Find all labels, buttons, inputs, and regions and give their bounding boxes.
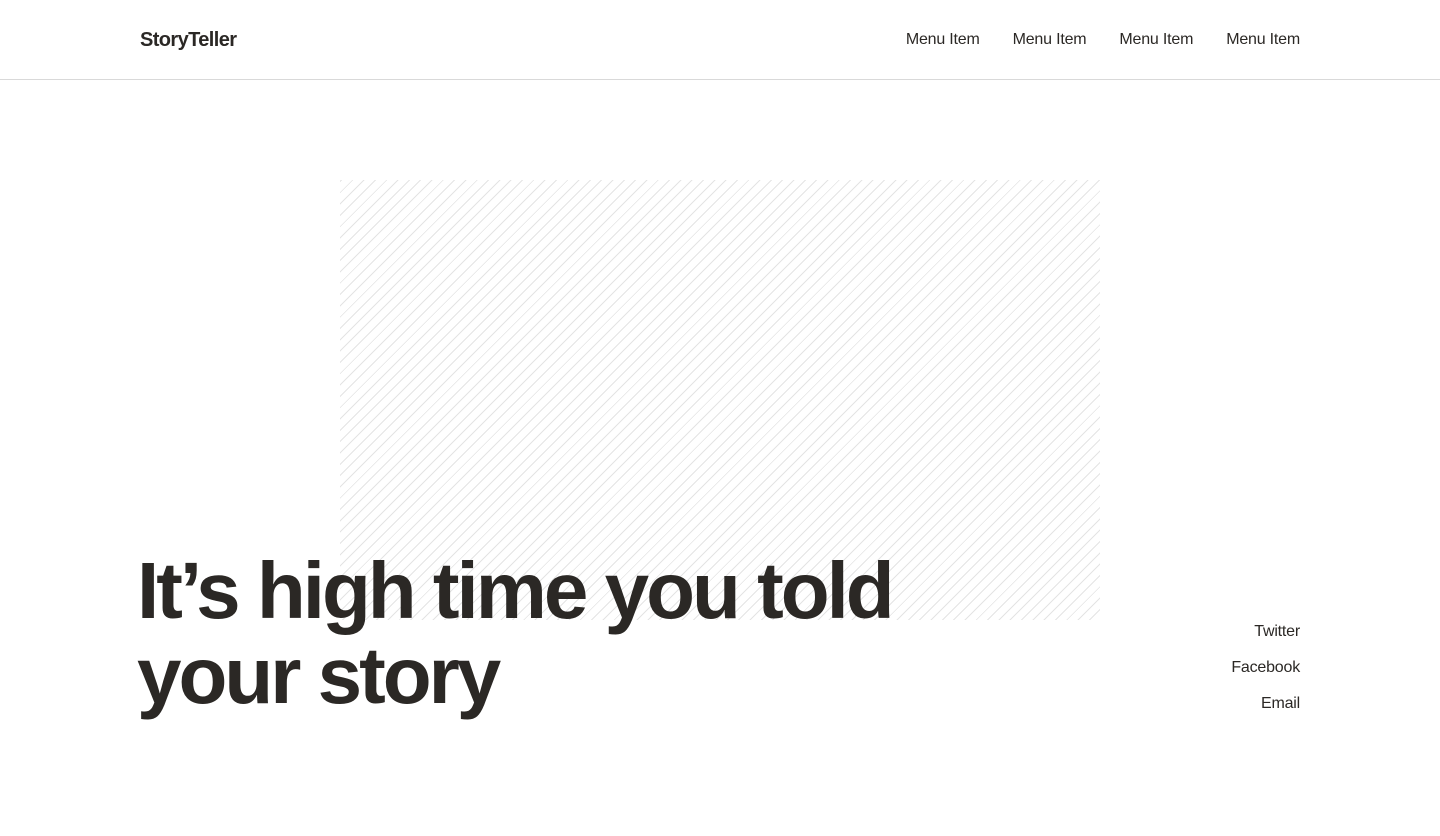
nav-item-4[interactable]: Menu Item (1226, 30, 1300, 50)
nav-item-2[interactable]: Menu Item (1013, 30, 1087, 50)
site-logo[interactable]: StoryTeller (140, 28, 237, 52)
nav-item-3[interactable]: Menu Item (1119, 30, 1193, 50)
site-header: StoryTeller Menu Item Menu Item Menu Ite… (0, 0, 1440, 80)
twitter-link[interactable]: Twitter (1231, 622, 1300, 642)
social-links: Twitter Facebook Email (1231, 622, 1300, 730)
facebook-link[interactable]: Facebook (1231, 658, 1300, 678)
email-link[interactable]: Email (1231, 694, 1300, 714)
hero-headline: It’s high time you told your story (137, 546, 895, 720)
nav-item-1[interactable]: Menu Item (906, 30, 980, 50)
main-nav: Menu Item Menu Item Menu Item Menu Item (906, 30, 1300, 50)
